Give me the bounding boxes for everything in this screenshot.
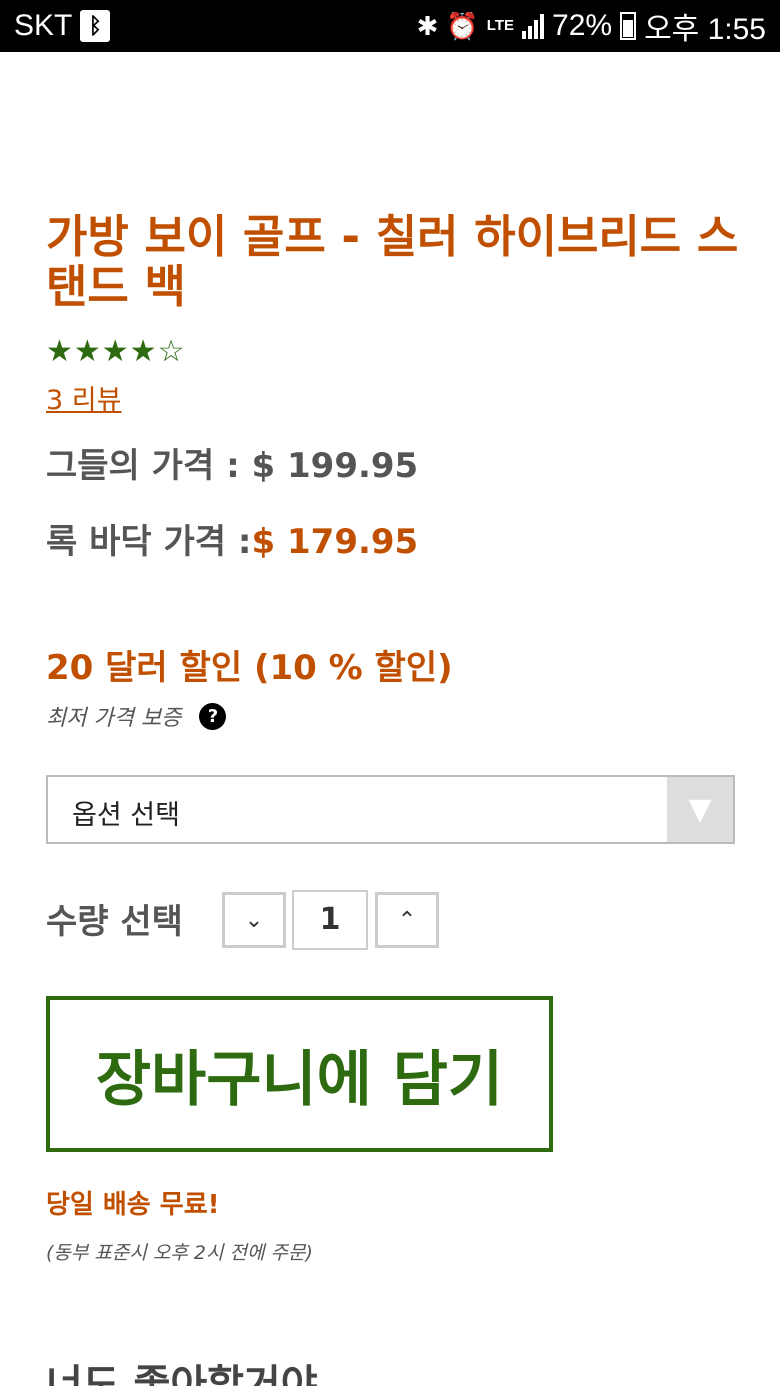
list-price-label: 그들의 가격 : — [46, 446, 252, 486]
quantity-label: 수량 선택 — [46, 902, 183, 942]
rating-stars-icon: ★★★★☆ — [46, 334, 186, 369]
list-price: $ 199.95 — [251, 446, 419, 486]
chevron-up-icon: ⌃ — [397, 907, 417, 933]
list-price-row: 그들의 가격 : $ 199.95 — [46, 438, 418, 487]
signal-icon — [522, 13, 545, 39]
quantity-decrease-button[interactable]: ⌄ — [222, 892, 286, 948]
free-shipping-text: 당일 배송 무료! — [46, 1190, 220, 1220]
network-type: LTE — [486, 17, 515, 34]
shipping-cutoff-note: (동부 표준시 오후 2시 전에 주문) — [46, 1242, 313, 1264]
our-price-row: 록 바닥 가격 :$ 179.95 — [46, 514, 418, 563]
battery-percent: 72% — [552, 9, 613, 42]
option-select[interactable]: 옵션 선택 ▼ — [46, 775, 735, 844]
carrier-name: SKT — [14, 9, 73, 42]
option-select-label: 옵션 선택 — [72, 800, 180, 831]
add-to-cart-button[interactable]: 장바구니에 담기 — [46, 996, 553, 1152]
our-price: $ 179.95 — [251, 522, 419, 562]
dropdown-arrow-icon[interactable]: ▼ — [667, 777, 733, 842]
our-price-label: 록 바닥 가격 : — [46, 522, 252, 562]
battery-icon — [620, 12, 637, 40]
savings-text: 20 달러 할인 (10 % 할인) — [46, 648, 453, 688]
related-products-heading: 너도 좋아할거야 — [46, 1362, 318, 1386]
alarm-icon: ⏰ — [446, 10, 479, 41]
guarantee-label: 최저 가격 보증 — [46, 706, 182, 731]
price-guarantee: 최저 가격 보증 ? — [46, 700, 227, 732]
product-title: 가방 보이 골프 - 칠러 하이브리드 스탠드 백 — [46, 210, 739, 313]
help-icon[interactable]: ? — [199, 702, 227, 730]
status-bar: SKT ᛒ ✱ ⏰ LTE 72% 오후 1:55 — [0, 0, 780, 52]
bluetooth-icon: ᛒ — [80, 10, 111, 42]
reviews-link[interactable]: 3 리뷰 — [46, 378, 121, 417]
quantity-input[interactable]: 1 — [292, 890, 368, 950]
bluetooth-status-icon: ✱ — [416, 10, 439, 41]
chevron-down-icon: ⌄ — [244, 907, 264, 933]
clock: 오후 1:55 — [644, 13, 766, 46]
quantity-increase-button[interactable]: ⌃ — [375, 892, 439, 948]
